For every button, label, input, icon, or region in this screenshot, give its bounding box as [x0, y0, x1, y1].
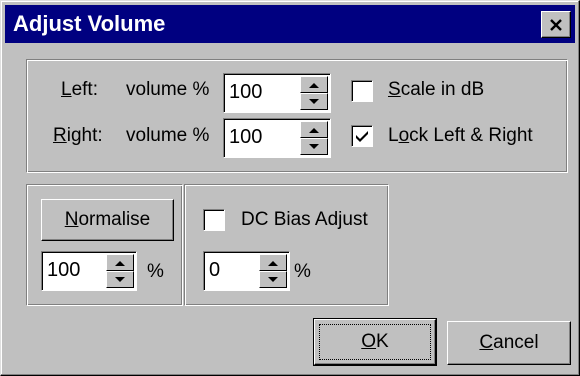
left-volume-up-button[interactable] — [300, 76, 328, 93]
adjust-volume-dialog: Adjust Volume Left: volume % 100 Right: … — [0, 0, 580, 376]
dc-bias-unit: % — [294, 261, 311, 282]
left-volume-value[interactable]: 100 — [229, 81, 262, 104]
down-arrow-icon — [309, 98, 319, 104]
lock-left-right-checkbox[interactable] — [351, 125, 373, 147]
ok-button[interactable]: OK — [313, 318, 437, 366]
cancel-button[interactable]: Cancel — [447, 321, 571, 365]
down-arrow-icon — [268, 276, 278, 282]
close-icon — [550, 18, 562, 31]
dc-bias-spinner[interactable]: 0 — [203, 251, 290, 291]
normalise-down-button[interactable] — [106, 271, 134, 288]
checkmark-icon — [356, 131, 368, 142]
left-volume-spinner[interactable]: 100 — [223, 73, 331, 113]
lock-left-right-label[interactable]: Lock Left & Right — [388, 125, 533, 147]
window-title: Adjust Volume — [13, 11, 166, 36]
right-volume-spinner[interactable]: 100 — [223, 118, 331, 158]
dc-bias-value[interactable]: 0 — [209, 259, 220, 282]
down-arrow-icon — [309, 143, 319, 149]
up-arrow-icon — [268, 260, 278, 266]
up-arrow-icon — [309, 127, 319, 133]
left-volume-label: volume % — [126, 79, 210, 100]
normalise-unit: % — [147, 261, 164, 282]
dc-bias-up-button[interactable] — [259, 254, 287, 271]
up-arrow-icon — [309, 82, 319, 88]
right-label: Right: — [53, 125, 103, 146]
normalise-up-button[interactable] — [106, 254, 134, 271]
right-volume-up-button[interactable] — [300, 121, 328, 138]
left-label: Left: — [61, 79, 98, 100]
title-bar[interactable]: Adjust Volume — [5, 5, 575, 43]
right-volume-value[interactable]: 100 — [229, 126, 262, 149]
normalise-spinner[interactable]: 100 — [41, 251, 137, 291]
normalise-button[interactable]: Normalise — [41, 199, 174, 241]
normalise-value[interactable]: 100 — [47, 259, 80, 282]
dc-bias-label[interactable]: DC Bias Adjust — [241, 209, 368, 231]
down-arrow-icon — [115, 276, 125, 282]
scale-in-db-label[interactable]: Scale in dB — [388, 79, 484, 101]
dc-bias-checkbox[interactable] — [203, 209, 225, 231]
dc-bias-down-button[interactable] — [259, 271, 287, 288]
close-button[interactable] — [541, 11, 571, 38]
scale-in-db-checkbox[interactable] — [351, 80, 373, 102]
right-volume-down-button[interactable] — [300, 138, 328, 155]
left-volume-down-button[interactable] — [300, 93, 328, 110]
right-volume-label: volume % — [126, 125, 210, 146]
up-arrow-icon — [115, 260, 125, 266]
